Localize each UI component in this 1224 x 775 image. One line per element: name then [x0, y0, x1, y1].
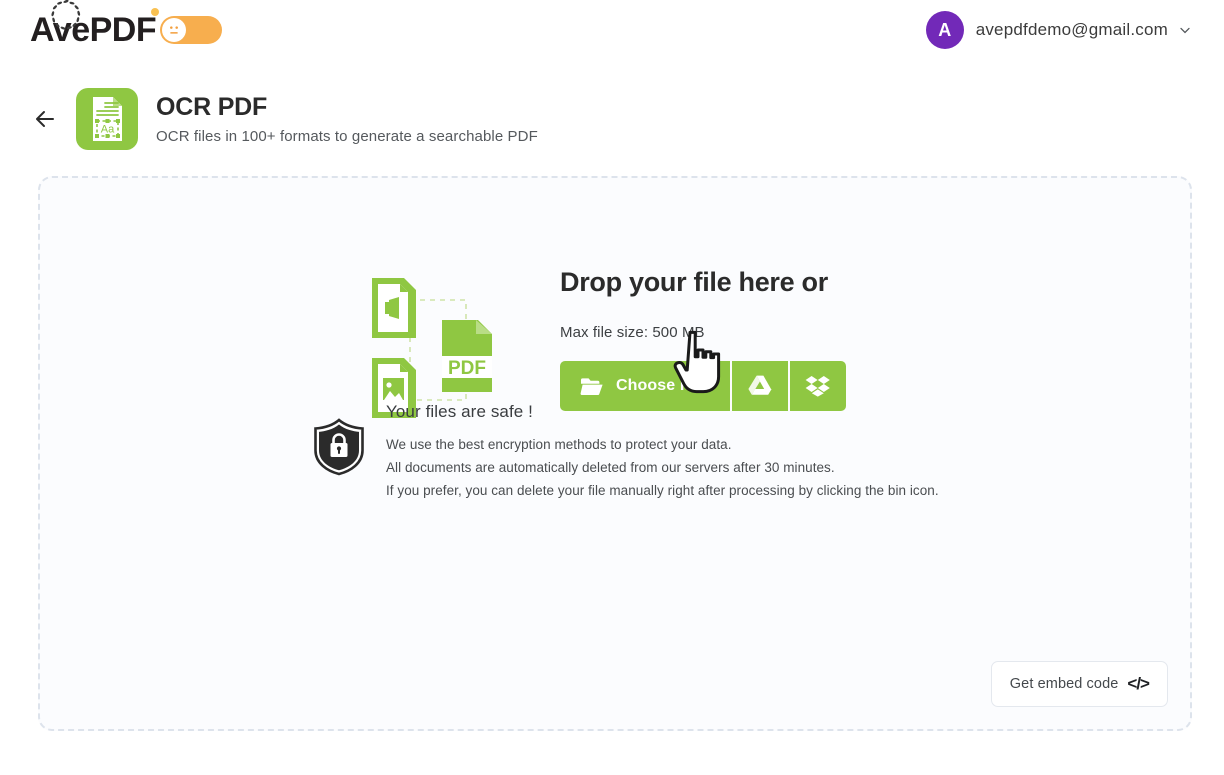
- logo-text: AvePDF: [30, 11, 157, 49]
- safety-line: All documents are automatically deleted …: [386, 460, 835, 476]
- embed-code-label: Get embed code: [1009, 676, 1119, 692]
- dropzone-heading: Drop your file here or: [560, 267, 828, 297]
- mood-toggle[interactable]: [151, 8, 223, 44]
- safety-title: Your files are safe !: [386, 402, 533, 421]
- user-email: avepdfdemo@gmail.com: [975, 20, 1168, 39]
- neutral-face-icon: [162, 18, 187, 42]
- user-account-menu[interactable]: A avepdfdemo@gmail.com: [925, 11, 1192, 49]
- dropzone-copy: Drop your file here or Max file size: 50…: [560, 266, 860, 412]
- folder-open-icon: [580, 378, 603, 396]
- files-are-safe-section: Your files are safe ! We use the best en…: [312, 402, 939, 503]
- dropbox-icon: [805, 376, 830, 397]
- arrow-left-icon[interactable]: [32, 106, 58, 132]
- page-title-block: OCR PDF OCR files in 100+ formats to gen…: [156, 93, 538, 145]
- ocr-document-icon: Aa: [76, 88, 138, 150]
- google-drive-icon: [748, 375, 772, 396]
- choose-file-label: Choose File: [616, 377, 708, 395]
- shield-lock-icon: [314, 418, 364, 476]
- safety-line: We use the best encryption methods to pr…: [386, 437, 732, 452]
- tool-header: Aa OCR PDF OCR files in 100+ formats to …: [0, 60, 1224, 150]
- page-subtitle: OCR files in 100+ formats to generate a …: [156, 127, 538, 145]
- chevron-down-icon[interactable]: [1178, 23, 1192, 37]
- safety-text-block: Your files are safe ! We use the best en…: [386, 402, 939, 503]
- file-dropzone[interactable]: PDF Drop your file here or Max file size…: [38, 176, 1192, 731]
- dropzone-wrapper: PDF Drop your file here or Max file size…: [0, 150, 1224, 731]
- page-title: OCR PDF: [156, 93, 268, 122]
- app-header: AvePDF A avepdfdemo@gmail.com: [0, 0, 1224, 60]
- notification-dot: [151, 8, 160, 16]
- safety-line: If you prefer, you can delete your file …: [386, 483, 939, 499]
- brand-logo[interactable]: AvePDF: [30, 0, 157, 49]
- svg-text:PDF: PDF: [448, 358, 486, 379]
- get-embed-code-button[interactable]: Get embed code </>: [990, 661, 1168, 707]
- svg-text:Aa: Aa: [101, 123, 115, 135]
- safety-lines: We use the best encryption methods to pr…: [386, 433, 939, 503]
- avatar: A: [925, 11, 964, 49]
- max-file-size-label: Max file size: 500 MB: [560, 324, 705, 342]
- code-brackets-icon: </>: [1127, 674, 1150, 693]
- dropzone-content: PDF Drop your file here or Max file size…: [40, 178, 1190, 426]
